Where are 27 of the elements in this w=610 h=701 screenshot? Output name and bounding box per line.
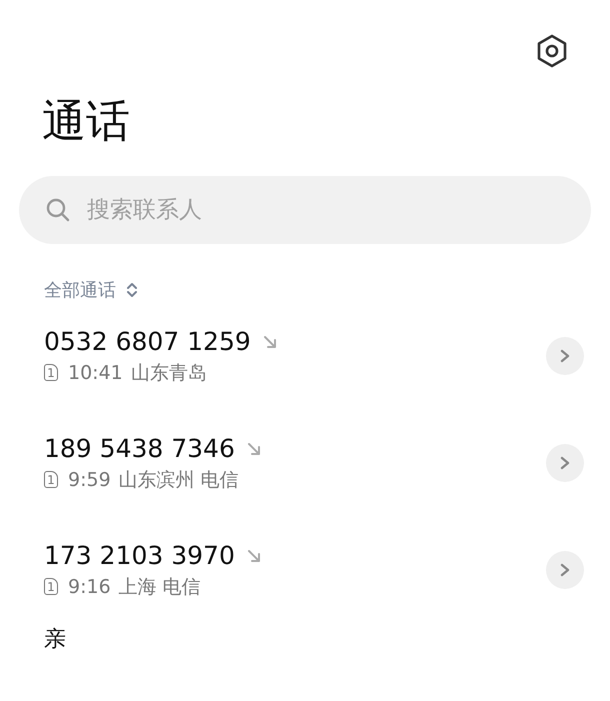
sort-icon: [126, 281, 138, 299]
chevron-right-icon: [560, 562, 570, 576]
page-title: 通话: [42, 95, 131, 149]
details-button[interactable]: [546, 336, 584, 374]
call-location: 上海 电信: [118, 574, 201, 600]
phone-number: 0532 6807 1259: [44, 326, 251, 358]
phone-number: 173 2103 3970: [44, 540, 235, 572]
incoming-call-icon: [246, 548, 261, 562]
phone-number: 189 5438 7346: [44, 432, 235, 464]
chevron-right-icon: [560, 456, 570, 470]
filter-dropdown[interactable]: 全部通话: [44, 278, 138, 302]
incoming-call-icon: [246, 442, 261, 456]
settings-icon[interactable]: [536, 34, 568, 68]
sim-icon: 1: [44, 471, 58, 488]
call-location: 山东滨州 电信: [118, 468, 239, 492]
call-time: 9:59: [68, 468, 111, 490]
search-field[interactable]: 搜索联系人: [19, 176, 591, 244]
details-button[interactable]: [546, 550, 584, 588]
sim-icon: 1: [44, 578, 58, 595]
call-location: 山东青岛: [130, 360, 207, 386]
call-time: 10:41: [68, 362, 123, 384]
chevron-right-icon: [560, 348, 570, 362]
call-time: 9:16: [68, 576, 111, 598]
details-button[interactable]: [546, 444, 584, 482]
sim-icon: 1: [44, 364, 58, 381]
incoming-call-icon: [262, 334, 277, 348]
section-header: 亲: [44, 627, 67, 653]
